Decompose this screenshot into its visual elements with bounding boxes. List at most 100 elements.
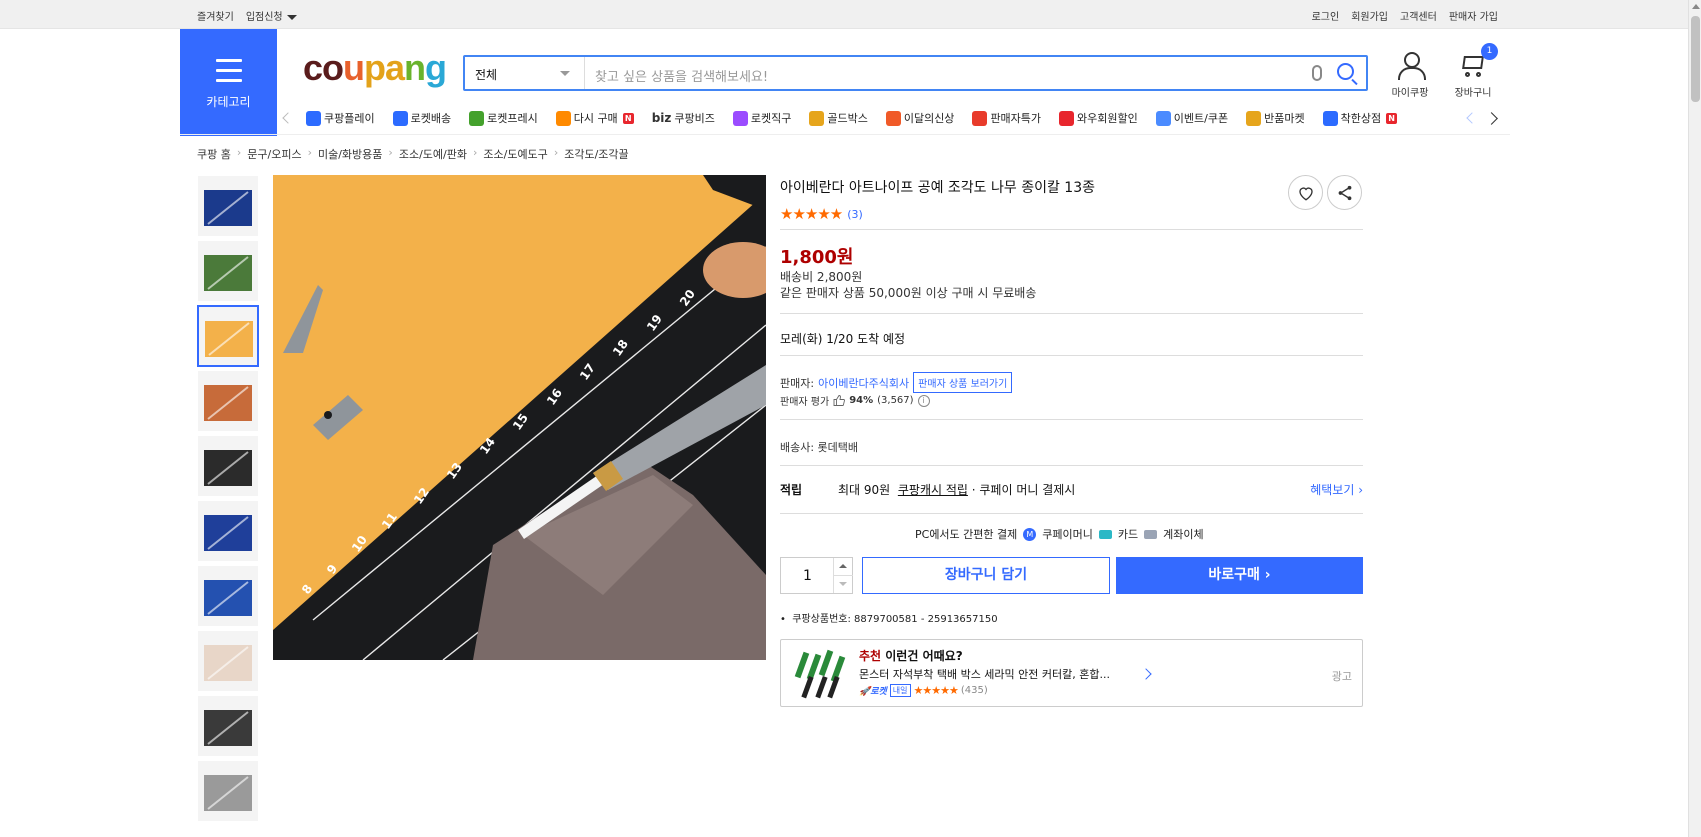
reward-tail: · 쿠페이 머니 결제시 bbox=[971, 483, 1076, 497]
category-nav-item[interactable]: 판매자특가 bbox=[972, 110, 1041, 126]
category-nav-item[interactable]: 착한상점 N bbox=[1322, 110, 1398, 126]
favorites-link[interactable]: 즐겨찾기 bbox=[197, 8, 234, 23]
buy-now-button[interactable]: 바로구매 › bbox=[1116, 557, 1363, 594]
category-nav-item[interactable]: 골드박스 bbox=[809, 110, 868, 126]
category-nav-item[interactable]: 다시 구매 N bbox=[555, 110, 634, 126]
product-thumbnail[interactable] bbox=[197, 175, 259, 237]
seller-signup-link[interactable]: 판매자 가입 bbox=[1449, 8, 1498, 23]
category-nav-item[interactable]: 이벤트/쿠폰 bbox=[1155, 110, 1228, 126]
product-thumbnail[interactable] bbox=[197, 435, 259, 497]
ad-heading: 추천 이런건 어때요? bbox=[859, 647, 963, 664]
category-nav-item[interactable]: 와우회원할인 bbox=[1059, 110, 1138, 126]
coupang-cash-link[interactable]: 쿠팡캐시 적립 bbox=[898, 483, 968, 497]
search-input[interactable]: 찾고 싶은 상품을 검색해보세요! bbox=[595, 66, 768, 85]
search-icon[interactable] bbox=[1337, 63, 1354, 80]
ad-product-name[interactable]: 몬스터 자석부착 택배 박스 세라믹 안전 커터칼, 혼합... bbox=[859, 666, 1110, 682]
category-nav-item[interactable]: 로켓프레시 bbox=[469, 110, 538, 126]
product-thumbnail[interactable] bbox=[197, 760, 259, 822]
signup-link[interactable]: 회원가입 bbox=[1351, 8, 1388, 23]
logo-part: pa bbox=[364, 47, 405, 88]
breadcrumb-link[interactable]: 문구/오피스 bbox=[247, 146, 301, 162]
category-label: 카테고리 bbox=[206, 95, 251, 109]
nav-next-arrow-icon[interactable] bbox=[1485, 112, 1498, 125]
category-nav-items: 쿠팡플레이 로켓배송 로켓프레시 다시 구매 N biz 쿠팡비즈 로켓직구 골드박스 이달의신상… bbox=[306, 110, 1398, 126]
logo-part: n bbox=[404, 47, 426, 88]
benefit-link[interactable]: 혜택보기 › bbox=[1310, 481, 1363, 498]
main-product-image[interactable]: 8 9 10 11 12 13 14 15 16 17 18 19 20 21 … bbox=[273, 175, 766, 660]
vertical-scrollbar[interactable] bbox=[1688, 0, 1701, 837]
nav-prev-arrow-icon[interactable] bbox=[282, 112, 294, 124]
breadcrumb-link[interactable]: 쿠팡 홈 bbox=[197, 146, 231, 162]
product-thumbnail[interactable] bbox=[197, 565, 259, 627]
breadcrumb-link[interactable]: 조소/도예/판화 bbox=[399, 146, 467, 162]
breadcrumb-separator-icon: › bbox=[472, 146, 478, 159]
repurchase-icon bbox=[555, 110, 571, 126]
thumbnail-list bbox=[197, 175, 261, 825]
wishlist-button[interactable] bbox=[1288, 175, 1323, 210]
star-rating: ★★★★★ bbox=[780, 205, 843, 223]
caret-down-icon bbox=[286, 14, 297, 20]
product-thumbnail[interactable] bbox=[197, 240, 259, 302]
cutting-mat-image: 8 9 10 11 12 13 14 15 16 17 18 19 20 21 … bbox=[273, 175, 766, 660]
category-nav-label: 와우회원할인 bbox=[1077, 112, 1138, 125]
my-coupang-button[interactable]: 마이쿠팡 bbox=[1386, 52, 1434, 99]
product-thumbnail[interactable] bbox=[197, 370, 259, 432]
recommended-ad-card[interactable]: 추천 이런건 어때요? 몬스터 자석부착 택배 박스 세라믹 안전 커터칼, 혼… bbox=[780, 639, 1363, 707]
category-menu-button[interactable]: 카테고리 bbox=[180, 29, 277, 136]
category-nav: 쿠팡플레이 로켓배송 로켓프레시 다시 구매 N biz 쿠팡비즈 로켓직구 골드박스 이달의신상… bbox=[280, 107, 1510, 134]
divider bbox=[780, 355, 1363, 356]
logo-part: u bbox=[343, 47, 365, 88]
ad-product-image bbox=[793, 646, 849, 702]
login-link[interactable]: 로그인 bbox=[1312, 8, 1340, 23]
microphone-icon[interactable] bbox=[1312, 65, 1322, 81]
cart-button[interactable]: 1 장바구니 bbox=[1448, 43, 1498, 99]
breadcrumb-link[interactable]: 조소/도예도구 bbox=[483, 146, 547, 162]
category-nav-label: 다시 구매 bbox=[573, 112, 618, 125]
seller-products-button[interactable]: 판매자 상품 보러가기 bbox=[913, 372, 1013, 393]
reward-label: 적립 bbox=[780, 483, 803, 497]
category-nav-item[interactable]: 이달의신상 bbox=[885, 110, 954, 126]
reward-max: 최대 90원 bbox=[838, 483, 891, 497]
scrollbar-thumb[interactable] bbox=[1691, 16, 1700, 102]
coupang-logo[interactable]: coupang bbox=[303, 47, 447, 89]
search-scope-value: 전체 bbox=[475, 68, 498, 82]
chevron-right-icon[interactable] bbox=[1140, 668, 1152, 680]
category-nav-label: 쿠팡플레이 bbox=[324, 112, 375, 125]
quantity-up-icon[interactable] bbox=[839, 564, 847, 568]
category-nav-item[interactable]: 쿠팡플레이 bbox=[306, 110, 375, 126]
rocket-label: 로켓 bbox=[870, 687, 887, 697]
quantity-stepper[interactable]: 1 bbox=[780, 557, 853, 594]
category-nav-label: 로켓배송 bbox=[410, 112, 452, 125]
seller-rating-label: 판매자 평가 bbox=[780, 397, 830, 408]
product-thumbnail[interactable] bbox=[197, 305, 259, 367]
category-nav-item[interactable]: 로켓직구 bbox=[732, 110, 791, 126]
product-thumbnail[interactable] bbox=[197, 630, 259, 692]
customer-center-link[interactable]: 고객센터 bbox=[1400, 8, 1437, 23]
rating-row[interactable]: ★★★★★ (3) bbox=[780, 205, 863, 223]
search-scope-select[interactable]: 전체 bbox=[465, 57, 585, 89]
add-to-cart-button[interactable]: 장바구니 담기 bbox=[862, 557, 1110, 594]
category-nav-item[interactable]: 반품마켓 bbox=[1246, 110, 1305, 126]
product-thumbnail[interactable] bbox=[197, 695, 259, 757]
pay-option-coupay: 쿠페이머니 bbox=[1042, 528, 1093, 541]
shipping-fee: 배송비 2,800원 bbox=[780, 270, 863, 284]
breadcrumb-link[interactable]: 조각도/조각끌 bbox=[564, 146, 628, 162]
product-thumbnail[interactable] bbox=[197, 500, 259, 562]
quantity-value[interactable]: 1 bbox=[803, 568, 812, 584]
quantity-down-icon[interactable] bbox=[839, 582, 847, 586]
scroll-up-arrow-icon[interactable] bbox=[1692, 4, 1700, 9]
seller-name-link[interactable]: 아이베란다주식회사 bbox=[818, 375, 909, 391]
review-count[interactable]: (3) bbox=[847, 208, 863, 221]
product-id-text: 쿠팡상품번호: 8879700581 - 25913657150 bbox=[792, 614, 998, 625]
dropdown-arrow-icon bbox=[560, 71, 570, 76]
share-button[interactable] bbox=[1327, 175, 1362, 210]
category-nav-item[interactable]: 로켓배송 bbox=[392, 110, 452, 126]
info-icon[interactable]: i bbox=[917, 394, 930, 407]
store-apply-link[interactable]: 입점신청 bbox=[246, 8, 297, 23]
breadcrumb-separator-icon: › bbox=[553, 146, 559, 159]
breadcrumb-link[interactable]: 미술/화방용품 bbox=[318, 146, 382, 162]
ad-heading-text: 이런건 어때요? bbox=[881, 649, 963, 663]
category-nav-item[interactable]: biz 쿠팡비즈 bbox=[652, 110, 715, 126]
wow-icon bbox=[1059, 110, 1075, 126]
payment-options: PC에서도 간편한 결제 M 쿠페이머니 카드 계좌이체 bbox=[915, 526, 1204, 542]
